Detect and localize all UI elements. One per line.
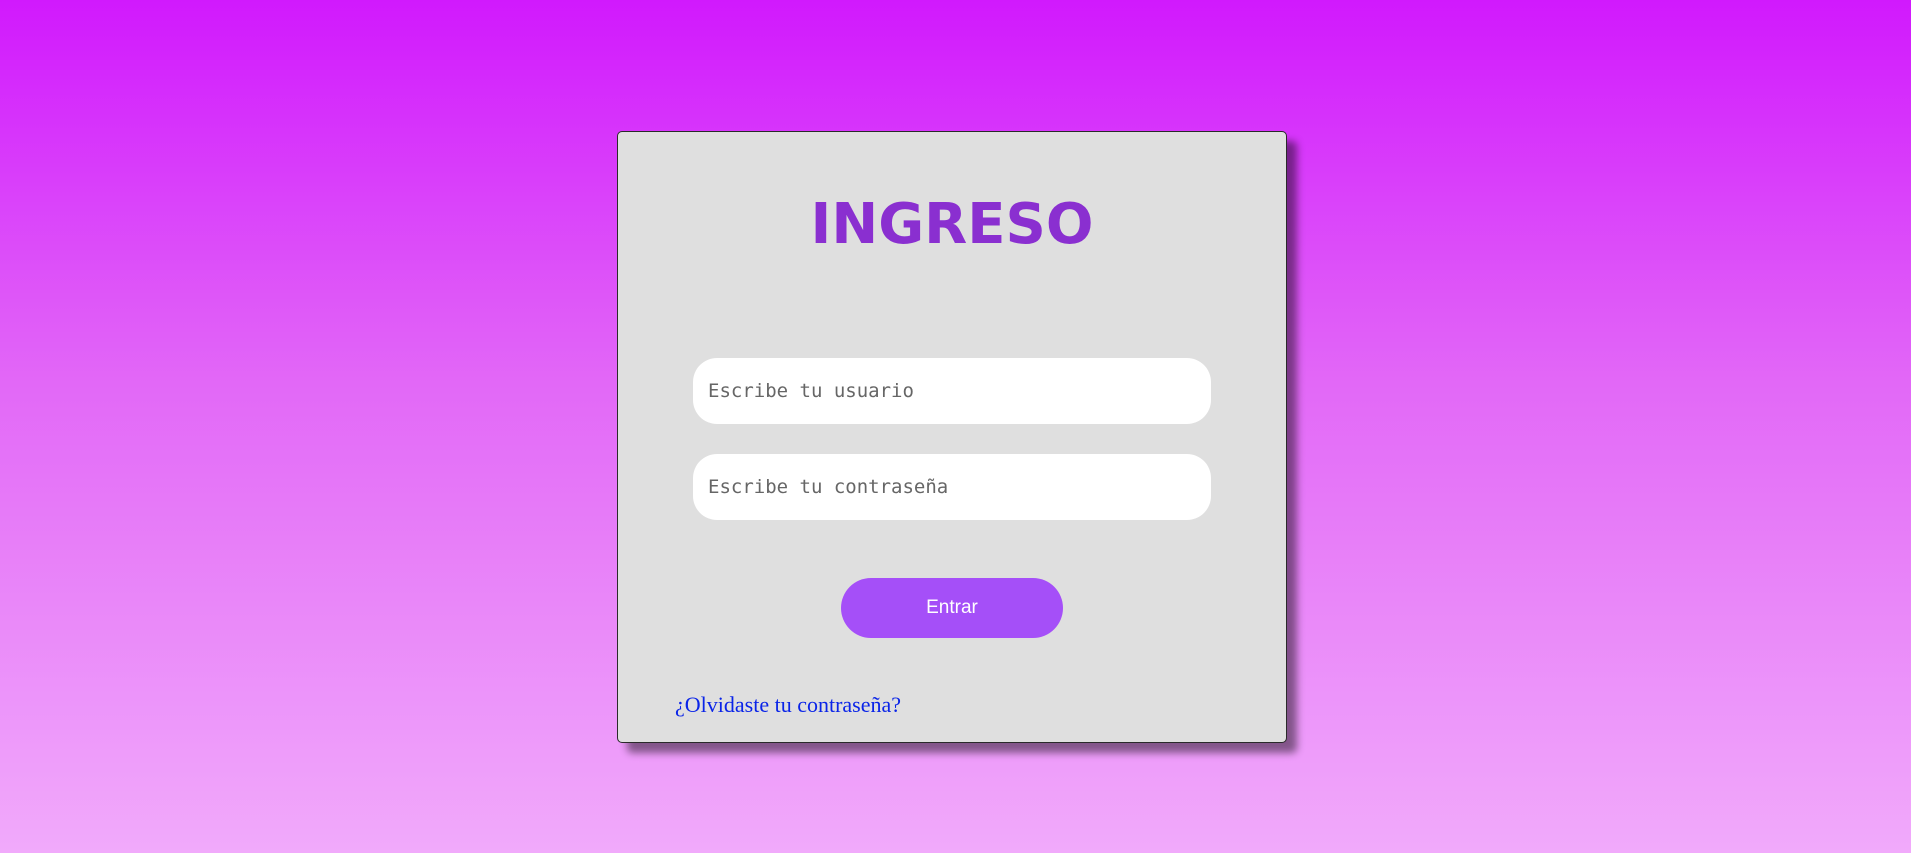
submit-button[interactable]: Entrar (841, 578, 1063, 638)
password-input[interactable] (693, 454, 1211, 520)
username-input[interactable] (693, 358, 1211, 424)
page-title: INGRESO (810, 192, 1094, 257)
forgot-password-link[interactable]: ¿Olvidaste tu contraseña? (675, 692, 901, 718)
login-card: INGRESO Entrar ¿Olvidaste tu contraseña? (617, 131, 1287, 743)
